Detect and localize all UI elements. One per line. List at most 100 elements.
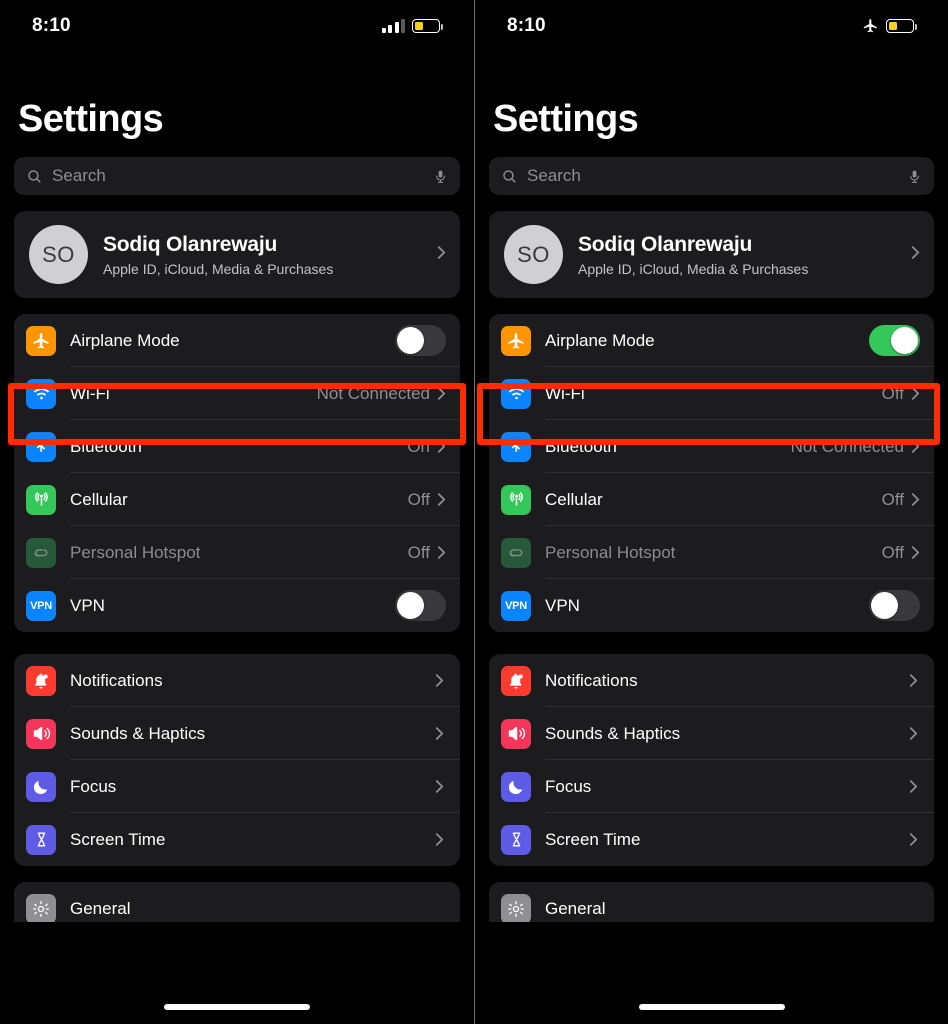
search-input[interactable]: Search — [527, 166, 898, 186]
row-general[interactable]: General — [489, 882, 934, 922]
profile-card[interactable]: SO Sodiq Olanrewaju Apple ID, iCloud, Medi… — [14, 211, 460, 298]
row-label: Personal Hotspot — [545, 542, 676, 562]
row-label: VPN — [545, 595, 580, 615]
profile-card[interactable]: SO Sodiq Olanrewaju Apple ID, iCloud, Medi… — [489, 211, 934, 298]
bell-icon — [26, 665, 56, 696]
row-vpn[interactable]: VPN VPN — [489, 579, 934, 632]
row-screen-time[interactable]: Screen Time — [14, 813, 460, 866]
row-vpn[interactable]: VPN VPN — [14, 579, 460, 632]
status-time: 8:10 — [32, 15, 71, 36]
row-label: Wi-Fi — [70, 383, 110, 403]
row-label: Wi-Fi — [545, 383, 585, 403]
row-label: Bluetooth — [70, 436, 142, 456]
status-indicators — [381, 19, 444, 33]
toggle-switch[interactable] — [395, 325, 446, 356]
hourglass-icon — [501, 824, 531, 855]
row-notifications[interactable]: Notifications — [489, 654, 934, 707]
toggle-switch[interactable] — [395, 590, 446, 621]
status-indicators — [861, 17, 918, 35]
search-bar[interactable]: Search — [489, 157, 934, 195]
row-label: Focus — [70, 776, 117, 796]
gear-icon — [501, 893, 531, 922]
profile-text: Sodiq Olanrewaju Apple ID, iCloud, Media … — [578, 233, 896, 277]
row-label: Cellular — [70, 489, 128, 509]
vpn-icon: VPN — [501, 590, 531, 621]
battery-fill — [888, 21, 898, 31]
profile-subtitle: Apple ID, iCloud, Media & Purchases — [578, 260, 809, 277]
chevron-right-icon — [435, 673, 444, 688]
row-value: Off — [881, 383, 904, 403]
row-notifications[interactable]: Notifications — [14, 654, 460, 707]
profile-row[interactable]: SO Sodiq Olanrewaju Apple ID, iCloud, Medi… — [489, 211, 934, 298]
chevron-right-icon — [911, 545, 920, 560]
toggle-knob — [397, 327, 424, 354]
chevron-right-icon — [437, 439, 446, 454]
speaker-icon — [501, 718, 531, 749]
microphone-icon[interactable] — [433, 167, 448, 186]
wifi-icon — [26, 378, 56, 409]
chevron-right-icon — [437, 386, 446, 401]
toggle-switch[interactable] — [869, 325, 920, 356]
row-value-group: Off — [408, 490, 460, 510]
row-label: Airplane Mode — [70, 330, 180, 350]
avatar: SO — [504, 225, 563, 284]
row-value: On — [407, 436, 430, 456]
row-bluetooth[interactable]: Bluetooth Not Connected — [489, 420, 934, 473]
row-bluetooth[interactable]: Bluetooth On — [14, 420, 460, 473]
row-cellular[interactable]: Cellular Off — [489, 473, 934, 526]
row-wi-fi[interactable]: Wi-Fi Off — [489, 367, 934, 420]
cellular-icon — [501, 484, 531, 515]
search-bar[interactable]: Search — [14, 157, 460, 195]
chevron-right-icon — [911, 386, 920, 401]
system-card: Notifications Sounds & Haptics Focus Screen… — [14, 654, 460, 866]
status-bar: 8:10 — [0, 0, 474, 52]
toggle-switch[interactable] — [869, 590, 920, 621]
row-value-group: Off — [882, 490, 934, 510]
moon-icon — [26, 771, 56, 802]
row-cellular[interactable]: Cellular Off — [14, 473, 460, 526]
row-screen-time[interactable]: Screen Time — [489, 813, 934, 866]
speaker-icon — [26, 718, 56, 749]
row-label: Notifications — [70, 670, 163, 690]
home-indicator[interactable] — [164, 1004, 310, 1010]
airplane-icon — [861, 17, 879, 35]
toggle-knob — [871, 592, 898, 619]
gear-icon — [26, 893, 56, 922]
row-label: VPN — [70, 595, 105, 615]
cellular-icon — [26, 484, 56, 515]
home-indicator[interactable] — [638, 1004, 785, 1010]
battery-icon — [412, 19, 444, 33]
profile-row[interactable]: SO Sodiq Olanrewaju Apple ID, iCloud, Medi… — [14, 211, 460, 298]
profile-name: Sodiq Olanrewaju — [578, 232, 753, 256]
row-value: Off — [407, 489, 430, 509]
airplane-icon — [26, 325, 56, 356]
chevron-right-icon — [911, 439, 920, 454]
row-label: General — [545, 898, 606, 918]
microphone-icon[interactable] — [907, 167, 922, 186]
partial-card: General — [14, 882, 460, 922]
row-airplane-mode[interactable]: Airplane Mode — [489, 314, 934, 367]
airplane-icon — [501, 325, 531, 356]
row-value-group: On — [407, 437, 460, 457]
system-card: Notifications Sounds & Haptics Focus Screen… — [489, 654, 934, 866]
search-input[interactable]: Search — [52, 166, 424, 186]
comparison-screenshot: 8:10 Settings Search SO Sodiq Olanrewaju Appl… — [0, 0, 948, 1024]
row-airplane-mode[interactable]: Airplane Mode — [14, 314, 460, 367]
chevron-right-icon — [909, 726, 918, 741]
row-personal-hotspot[interactable]: Personal Hotspot Off — [489, 526, 934, 579]
row-label: Notifications — [545, 670, 638, 690]
row-focus[interactable]: Focus — [489, 760, 934, 813]
row-wi-fi[interactable]: Wi-Fi Not Connected — [14, 367, 460, 420]
row-focus[interactable]: Focus — [14, 760, 460, 813]
vpn-icon: VPN — [26, 590, 56, 621]
row-personal-hotspot[interactable]: Personal Hotspot Off — [14, 526, 460, 579]
row-label: General — [70, 898, 131, 918]
row-value: Not Connected — [316, 383, 430, 403]
profile-text: Sodiq Olanrewaju Apple ID, iCloud, Media … — [103, 233, 422, 277]
chevron-right-icon — [909, 779, 918, 794]
row-general[interactable]: General — [14, 882, 460, 922]
hourglass-icon — [26, 824, 56, 855]
row-sounds-haptics[interactable]: Sounds & Haptics — [14, 707, 460, 760]
row-sounds-haptics[interactable]: Sounds & Haptics — [489, 707, 934, 760]
phone-screen-before: 8:10 Settings Search SO Sodiq Olanrewaju Appl… — [0, 0, 474, 1024]
